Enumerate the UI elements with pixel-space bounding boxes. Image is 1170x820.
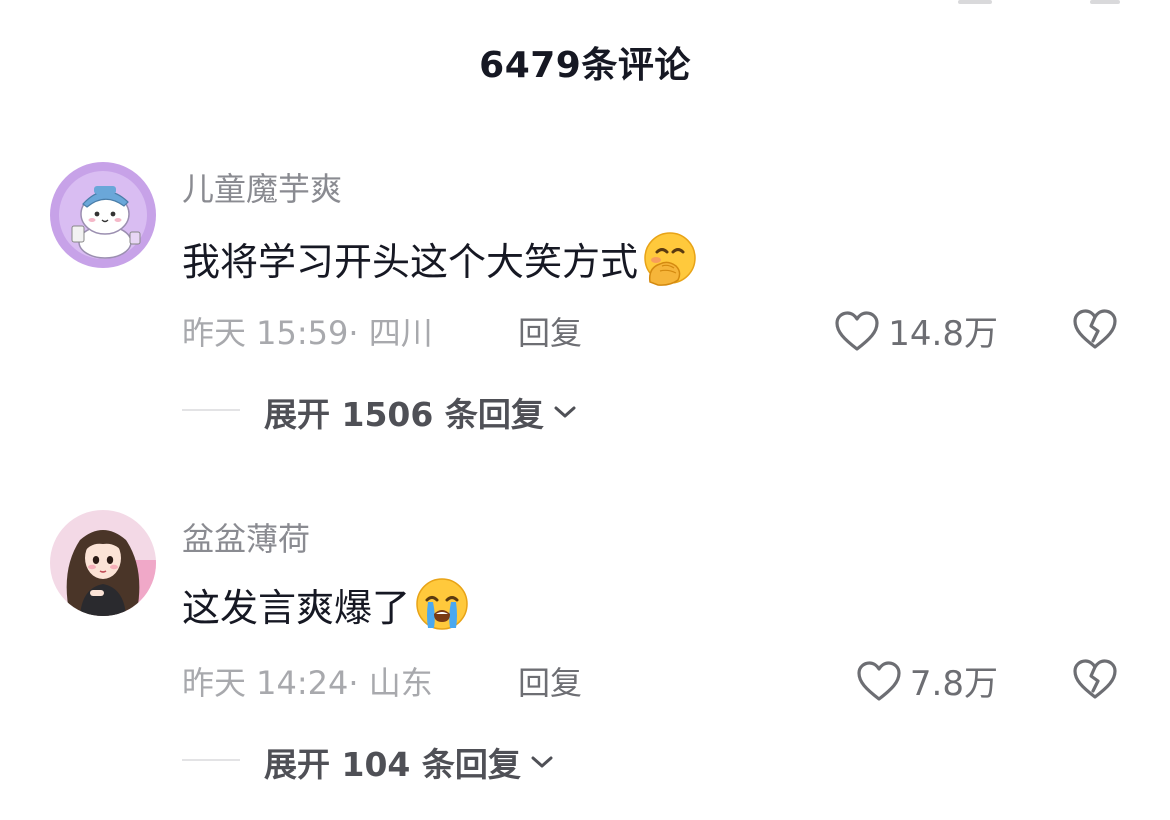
chevron-down-icon [554, 406, 576, 418]
heart-outline-icon [835, 310, 879, 351]
expand-divider [182, 409, 240, 411]
comment-meta: 昨天 14:24· 山东 [182, 658, 433, 704]
like-count: 14.8万 [888, 314, 998, 354]
comment-location: · 四川 [348, 314, 433, 352]
expand-replies-button[interactable]: 展开 104 条回复 [264, 738, 555, 786]
comment-text: 这发言爽爆了 [182, 585, 411, 630]
username[interactable]: 盆盆薄荷 [182, 514, 310, 560]
comment-location: · 山东 [348, 664, 433, 702]
comment-time: 昨天 14:24 [182, 664, 349, 702]
broken-heart-outline-icon[interactable] [1072, 308, 1118, 350]
reply-button[interactable]: 回复 [518, 308, 582, 354]
expand-replies-button[interactable]: 展开 1506 条回复 [264, 388, 578, 436]
like-count: 7.8万 [909, 664, 998, 704]
comment-text-row: 这发言爽爆了 [182, 574, 470, 634]
reply-button[interactable]: 回复 [518, 658, 582, 704]
comment-time: 昨天 15:59 [182, 314, 349, 352]
comment-meta: 昨天 15:59· 四川 [182, 308, 433, 354]
loudly-crying-face-emoji [414, 576, 470, 632]
like-button[interactable]: 7.8万 [856, 656, 998, 705]
heart-outline-icon [857, 660, 901, 701]
expand-replies-label: 展开 1506 条回复 [264, 395, 544, 434]
chevron-down-icon [531, 756, 553, 768]
broken-heart-outline-icon[interactable] [1072, 658, 1118, 700]
avatar[interactable] [50, 510, 156, 616]
expand-replies-label: 展开 104 条回复 [264, 745, 521, 784]
expand-divider [182, 759, 240, 761]
comment-item: 盆盆薄荷 这发言爽爆了 昨天 14:24· 山东 回复 7.8万 展开 104 … [0, 0, 1170, 784]
like-button[interactable]: 14.8万 [834, 306, 998, 355]
